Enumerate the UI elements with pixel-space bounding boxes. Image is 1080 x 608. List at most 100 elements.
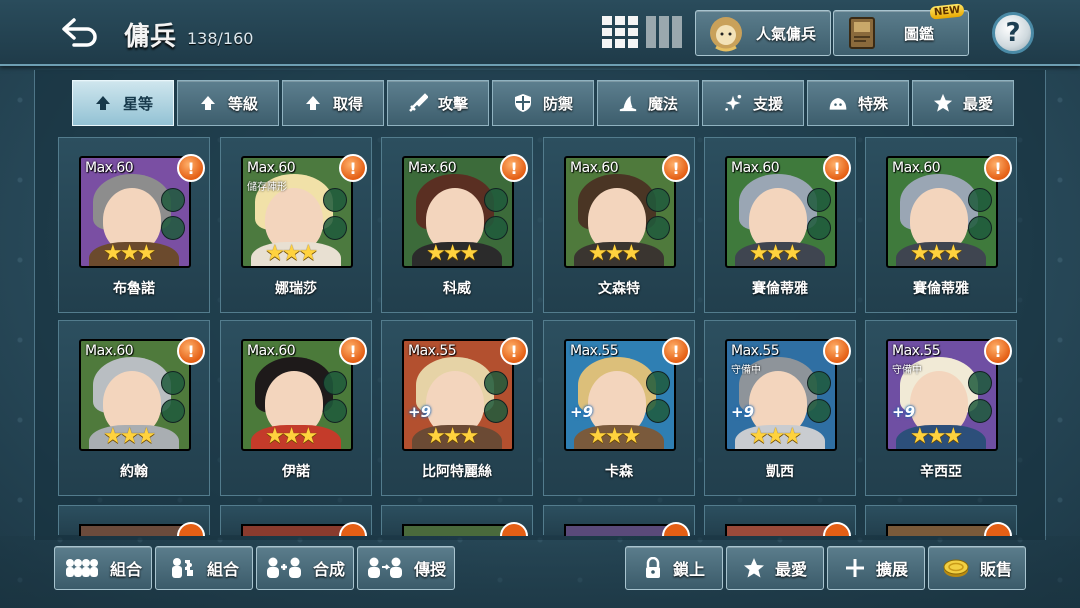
- star-rating: ★★★: [749, 424, 802, 449]
- equipment-slot: [646, 371, 670, 395]
- sell-button[interactable]: 販售: [928, 546, 1026, 590]
- page-title: 傭兵: [124, 22, 177, 52]
- grid-view-button[interactable]: [602, 16, 638, 48]
- mercenary-card-partial[interactable]: [865, 505, 1017, 536]
- filter-special[interactable]: 特殊: [807, 80, 909, 126]
- sword-icon: [408, 93, 428, 113]
- alert-icon[interactable]: !: [500, 154, 528, 182]
- codex-label: 圖鑑: [904, 24, 935, 43]
- max-level-label: Max.60: [247, 160, 296, 176]
- equipment-slot: [484, 371, 508, 395]
- max-level-label: Max.55: [731, 343, 780, 359]
- mercenary-name: 賽倫蒂雅: [913, 281, 969, 297]
- mercenary-card[interactable]: Max.60 ★★★ ! 科威: [381, 137, 533, 313]
- merge-label: 合成: [312, 560, 345, 579]
- alert-icon[interactable]: !: [177, 154, 205, 182]
- filter-acquired[interactable]: 取得: [282, 80, 384, 126]
- lock-icon: [643, 557, 663, 579]
- star-rating: ★★★: [910, 424, 963, 449]
- mercenary-card[interactable]: Max.60 ★★★ ! 約翰: [58, 320, 210, 496]
- mercenary-card[interactable]: Max.60 ★★★ ! 布魯諾: [58, 137, 210, 313]
- mercenary-card[interactable]: Max.60 儲存陣形 ★★★ ! 娜瑞莎: [220, 137, 372, 313]
- alert-icon[interactable]: !: [177, 337, 205, 365]
- alert-icon[interactable]: !: [339, 337, 367, 365]
- mercenary-portrait: Max.55 守備中 +9 ★★★: [886, 339, 998, 451]
- mercenary-card[interactable]: Max.60 ★★★ ! 賽倫蒂雅: [865, 137, 1017, 313]
- alert-icon[interactable]: !: [339, 154, 367, 182]
- filter-level[interactable]: 等級: [177, 80, 279, 126]
- alert-icon[interactable]: !: [662, 154, 690, 182]
- max-level-label: Max.60: [408, 160, 457, 176]
- equipment-slot: [161, 188, 185, 212]
- favorite-button[interactable]: 最愛: [726, 546, 824, 590]
- mercenary-card[interactable]: Max.55 +9 ★★★ ! 比阿特麗絲: [381, 320, 533, 496]
- mercenary-card[interactable]: Max.60 ★★★ ! 文森特: [543, 137, 695, 313]
- mercenary-card[interactable]: Max.55 守備中 +9 ★★★ ! 凱西: [704, 320, 856, 496]
- lock-button[interactable]: 鎖上: [625, 546, 723, 590]
- star-rating: ★★★: [103, 241, 156, 266]
- max-level-label: Max.60: [85, 343, 134, 359]
- transfer-icon: [366, 556, 404, 580]
- mercenary-portrait: Max.55 +9 ★★★: [564, 339, 676, 451]
- arrow-up-icon: [303, 93, 323, 113]
- alert-icon[interactable]: !: [662, 337, 690, 365]
- alert-icon[interactable]: !: [500, 337, 528, 365]
- equipment-slot: [807, 188, 831, 212]
- mercenary-portrait: Max.55 守備中 +9 ★★★: [725, 339, 837, 451]
- expand-button[interactable]: 擴展: [827, 546, 925, 590]
- equipment-slot: [968, 188, 992, 212]
- star-rating: ★★★: [265, 424, 318, 449]
- mercenary-card[interactable]: Max.60 ★★★ ! 賽倫蒂雅: [704, 137, 856, 313]
- alert-icon[interactable]: !: [823, 154, 851, 182]
- mercenary-portrait: Max.60 ★★★: [402, 156, 514, 268]
- mercenary-card[interactable]: Max.55 +9 ★★★ ! 卡森: [543, 320, 695, 496]
- mercenary-portrait: Max.60 ★★★: [241, 339, 353, 451]
- alert-icon[interactable]: !: [823, 337, 851, 365]
- mercenary-portrait: Max.60 儲存陣形 ★★★: [241, 156, 353, 268]
- mercenary-card-partial[interactable]: [220, 505, 372, 536]
- merge-button[interactable]: 合成: [256, 546, 354, 590]
- mercenary-card[interactable]: Max.55 守備中 +9 ★★★ ! 辛西亞: [865, 320, 1017, 496]
- codex-button[interactable]: 圖鑑 NEW: [833, 3, 969, 56]
- help-button[interactable]: ?: [992, 12, 1034, 54]
- equipment-slot: [646, 399, 670, 423]
- status-label: 守備中: [892, 365, 922, 376]
- filter-attack[interactable]: 攻擊: [387, 80, 489, 126]
- equipment-slot: [484, 188, 508, 212]
- status-label: 儲存陣形: [247, 182, 287, 193]
- filter-star-rank[interactable]: 星等: [72, 80, 174, 126]
- star-icon: [743, 557, 765, 579]
- enhance-level: +9: [570, 403, 594, 421]
- enhance-level: +9: [892, 403, 916, 421]
- back-button[interactable]: [56, 14, 104, 50]
- popular-mercenary-button[interactable]: 人氣傭兵: [695, 10, 831, 56]
- mercenary-card-partial[interactable]: [58, 505, 210, 536]
- arrow-up-icon: [93, 93, 113, 113]
- mercenary-count: 138/160: [187, 29, 254, 48]
- filter-support[interactable]: 支援: [702, 80, 804, 126]
- filter-defense[interactable]: 防禦: [492, 80, 594, 126]
- filter-favorite[interactable]: 最愛: [912, 80, 1014, 126]
- alert-icon[interactable]: !: [984, 154, 1012, 182]
- mercenary-card-partial[interactable]: [704, 505, 856, 536]
- mercenary-card-partial[interactable]: [381, 505, 533, 536]
- equipment-slot: [323, 216, 347, 240]
- filter-label: 等級: [227, 94, 258, 113]
- max-level-label: Max.60: [570, 160, 619, 176]
- mercenary-name: 辛西亞: [920, 464, 962, 480]
- equipment-slot: [807, 216, 831, 240]
- filter-magic[interactable]: 魔法: [597, 80, 699, 126]
- mercenary-card[interactable]: Max.60 ★★★ ! 伊諾: [220, 320, 372, 496]
- filter-label: 取得: [332, 94, 363, 113]
- transfer-button[interactable]: 傳授: [357, 546, 455, 590]
- group-label: 組合: [109, 560, 142, 579]
- star-rating: ★★★: [426, 241, 479, 266]
- group-button-1[interactable]: 組合: [54, 546, 152, 590]
- mercenary-card-partial[interactable]: [543, 505, 695, 536]
- expand-label: 擴展: [875, 560, 908, 579]
- mercenary-portrait: Max.60 ★★★: [725, 156, 837, 268]
- group-button-2[interactable]: 組合: [155, 546, 253, 590]
- list-view-button[interactable]: [646, 16, 682, 48]
- mercenary-portrait: Max.60 ★★★: [79, 339, 191, 451]
- alert-icon[interactable]: !: [984, 337, 1012, 365]
